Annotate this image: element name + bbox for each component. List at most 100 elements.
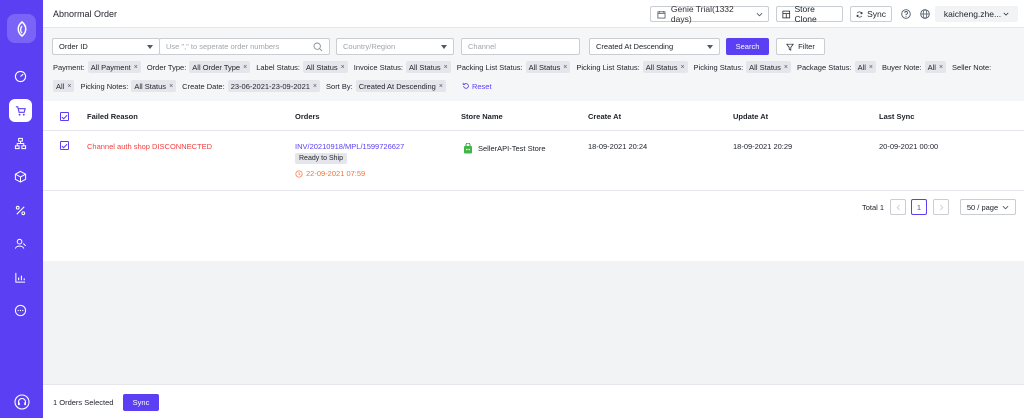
nav-structure[interactable] [9,132,32,155]
page-number-button[interactable]: 1 [911,199,927,215]
col-failed-reason[interactable]: Failed Reason [87,112,138,121]
percent-icon [15,205,26,216]
dashboard-icon [14,70,27,83]
chevron-down-icon [756,12,763,16]
filter-chip[interactable]: All Status × [405,61,451,73]
nav-support[interactable] [12,392,32,412]
col-update-at[interactable]: Update At [733,112,768,121]
headset-icon [14,394,30,410]
status-badge: Ready to Ship [295,153,347,164]
store-clone-button[interactable]: Store Clone [776,4,843,24]
reset-button[interactable]: Reset [462,82,492,91]
prev-page-button[interactable] [890,199,906,215]
close-icon[interactable]: × [869,64,873,71]
close-icon[interactable]: × [243,64,247,71]
nav-dashboard[interactable] [9,65,32,88]
logo-icon [17,20,26,37]
help-icon[interactable] [901,9,911,19]
filter-chip[interactable]: All × [854,61,876,73]
filter-chip[interactable]: All Status × [642,61,688,73]
country-placeholder: Country/Region [343,42,396,51]
close-icon[interactable]: × [313,83,317,90]
sort-select[interactable]: Created At Descending [589,38,720,55]
chip-value: All [56,81,65,91]
globe-icon[interactable] [920,9,930,19]
col-create-at[interactable]: Create At [588,112,621,121]
filter-chip[interactable]: 23-06-2021-23-09-2021 × [227,80,321,92]
channel-input[interactable]: Channel [461,38,580,55]
table-header: Failed Reason Orders Store Name Create A… [43,101,1024,131]
close-icon[interactable]: × [169,83,173,90]
search-field-select[interactable]: Order ID [52,38,160,55]
store-cell: SellerAPI-Test Store [463,143,546,154]
next-page-button[interactable] [933,199,949,215]
create-at: 18-09-2021 20:24 [588,142,648,151]
selected-count: 1 Orders Selected [53,398,114,407]
caret-down-icon [707,44,713,49]
close-icon[interactable]: × [444,64,448,71]
chat-icon [14,304,27,317]
col-orders[interactable]: Orders [295,112,320,121]
chevron-left-icon [896,204,900,210]
order-number-input[interactable]: Use "," to seperate order numbers [159,38,330,55]
app-logo[interactable] [7,14,36,43]
filter-chip[interactable]: All × [924,61,947,73]
col-store-name[interactable]: Store Name [461,112,503,121]
bulk-action-bar: 1 Orders Selected Sync [43,384,1024,418]
bulk-sync-button[interactable]: Sync [123,394,159,411]
close-icon[interactable]: × [134,64,138,71]
ship-deadline: 22-09-2021 07:59 [295,169,365,178]
filter-chip[interactable]: All Order Type × [189,61,251,73]
filter-chip[interactable]: Created At Descending × [355,80,446,92]
nav-promotions[interactable] [9,199,32,222]
nav-reports[interactable] [9,266,32,289]
user-menu[interactable]: kaicheng.zhe... [935,6,1018,22]
filter-chip[interactable]: All Status × [131,80,177,92]
sync-icon [856,11,863,17]
check-icon [61,114,68,119]
row-checkbox[interactable] [60,141,69,150]
reset-icon [462,82,469,89]
chip-value: All Order Type [192,62,241,72]
chip-value: Created At Descending [358,81,436,91]
close-icon[interactable]: × [680,64,684,71]
page-size-select[interactable]: 50 / page [960,199,1016,215]
search-button[interactable]: Search [726,38,769,55]
filter-chip[interactable]: All Payment × [87,61,141,73]
col-last-sync[interactable]: Last Sync [879,112,914,121]
nav-customers[interactable] [9,232,32,255]
chip-value: All [927,62,936,72]
filter-panel: Order ID Use "," to seperate order numbe… [43,28,1024,101]
nav-messages[interactable] [9,299,32,322]
chip-value: All Status [528,62,561,72]
last-sync: 20-09-2021 00:00 [879,142,939,151]
active-filters-row-1: Payment: All Payment × Order Type: All Or… [53,61,994,73]
order-number-link[interactable]: INV/20210918/MPL/1599726627 [295,142,404,151]
filter-chip[interactable]: All Status × [746,61,791,73]
page-size-value: 50 / page [966,202,999,212]
hierarchy-icon [14,137,27,150]
nav-products[interactable] [9,165,32,188]
trial-selector[interactable]: Genie Trial(1332 days) [650,4,769,24]
close-icon[interactable]: × [67,83,71,90]
filter-label: Payment: [53,62,85,72]
chip-value: All Payment [90,62,131,72]
deadline-value: 22-09-2021 07:59 [306,169,366,178]
sync-top-button[interactable]: Sync [850,6,892,22]
filter-label: Picking Status: [693,62,744,72]
close-icon[interactable]: × [341,64,345,71]
filter-chip[interactable]: All Status × [525,61,571,73]
close-icon[interactable]: × [439,83,443,90]
select-all-checkbox[interactable] [60,112,69,121]
filter-button[interactable]: Filter [776,38,825,55]
close-icon[interactable]: × [563,64,567,71]
country-select[interactable]: Country/Region [336,38,454,55]
trial-label: Genie Trial(1332 days) [670,4,734,24]
filter-label: Packing List Status: [456,62,523,72]
close-icon[interactable]: × [784,64,788,71]
table-row: Channel auth shop DISCONNECTED INV/20210… [43,131,1024,191]
nav-orders[interactable] [9,99,32,122]
close-icon[interactable]: × [939,64,943,71]
filter-chip[interactable]: All × [53,80,75,92]
filter-chip[interactable]: All Status × [302,61,348,73]
